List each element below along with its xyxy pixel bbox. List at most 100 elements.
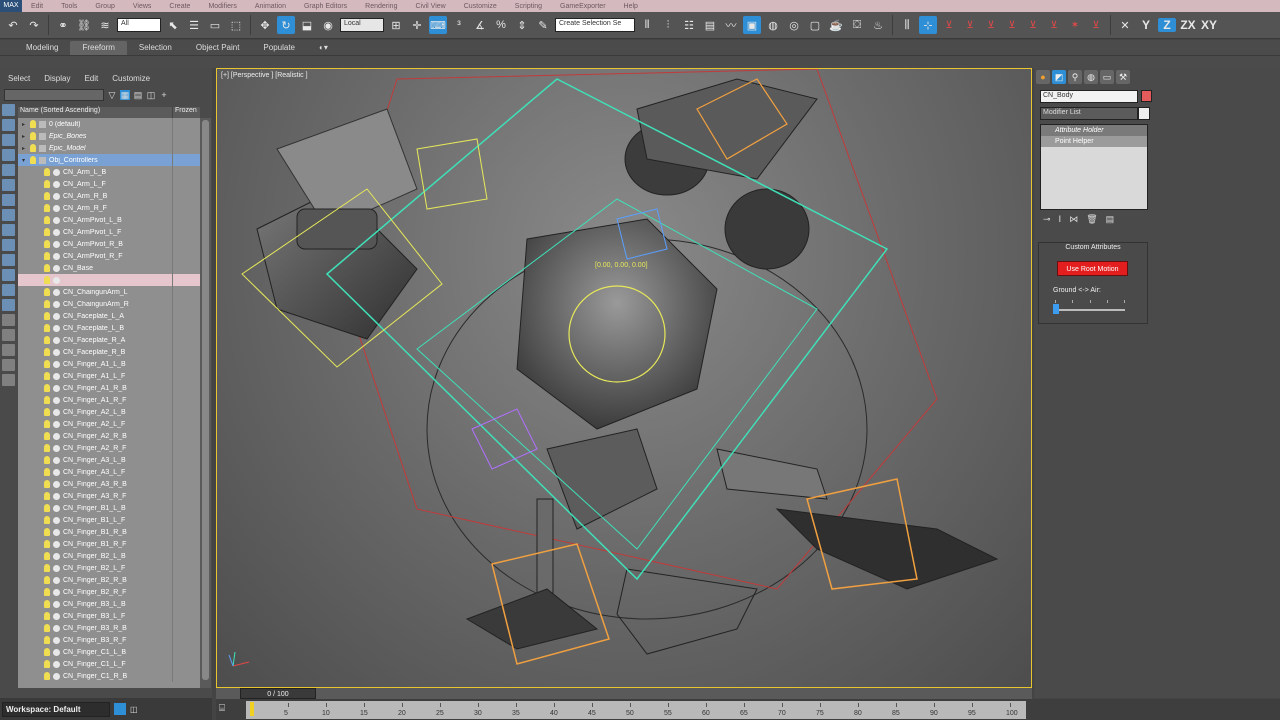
constraint-y-icon[interactable]: ⊻ [961,16,979,34]
frozen-cell[interactable] [172,442,200,454]
teapot-icon[interactable]: ♨ [869,16,887,34]
visibility-bulb-icon[interactable] [44,240,50,248]
visibility-bulb-icon[interactable] [44,372,50,380]
tree-layer-row[interactable]: ▸ 0 (default) [18,118,200,130]
tree-node-row[interactable] [18,274,200,286]
frozen-cell[interactable] [172,178,200,190]
frozen-cell[interactable] [172,142,200,154]
explorer-filter-icon[interactable] [2,254,15,266]
frozen-cell[interactable] [172,202,200,214]
tree-node-row[interactable]: CN_Finger_A2_L_B [18,406,200,418]
ribbon-toggle-icon[interactable]: ▤ [701,16,719,34]
use-root-motion-button[interactable]: Use Root Motion [1057,261,1128,276]
frozen-cell[interactable] [172,166,200,178]
constraint-yz-icon[interactable]: ⊻ [1024,16,1042,34]
frozen-cell[interactable] [172,274,200,286]
frozen-cell[interactable] [172,658,200,670]
curve-editor-icon[interactable]: 〰 [722,16,740,34]
tree-layer-row[interactable]: ▸ Epic_Bones [18,130,200,142]
visibility-bulb-icon[interactable] [30,120,36,128]
bind-spacewarp-icon[interactable]: ≋ [96,16,114,34]
layer-manager-icon[interactable]: ☷ [680,16,698,34]
explorer-filter-icon[interactable] [2,224,15,236]
ribbon-tab-populate[interactable]: Populate [251,41,307,55]
spinner-snap-icon[interactable]: ⇕ [513,16,531,34]
modifier-list-button[interactable] [1138,107,1150,120]
tree-layer-row[interactable]: ▾ Obj_Controllers [18,154,200,166]
frozen-cell[interactable] [172,358,200,370]
explorer-filter-icon[interactable] [2,209,15,221]
visibility-bulb-icon[interactable] [44,516,50,524]
visibility-bulb-icon[interactable] [44,288,50,296]
object-name-field[interactable]: CN_Body [1040,90,1138,103]
schematic-view-icon[interactable]: ▣ [743,16,761,34]
tree-node-row[interactable]: CN_ArmPivot_R_B [18,238,200,250]
ground-air-slider-knob[interactable] [1053,304,1059,314]
frozen-cell[interactable] [172,370,200,382]
visibility-bulb-icon[interactable] [44,444,50,452]
tree-node-row[interactable]: CN_Finger_B2_R_F [18,586,200,598]
frozen-cell[interactable] [172,322,200,334]
show-end-result-icon[interactable]: Ⅰ [1059,214,1062,225]
filter-icon[interactable]: ▽ [107,90,117,100]
axis-y-button[interactable]: Y [1137,18,1155,32]
snap-axis-icon[interactable]: ⊻ [1087,16,1105,34]
motion-tab-icon[interactable]: ◍ [1084,70,1098,84]
visibility-bulb-icon[interactable] [44,264,50,272]
frozen-cell[interactable] [172,190,200,202]
visibility-bulb-icon[interactable] [44,492,50,500]
explorer-filter-icon[interactable] [2,314,15,326]
tree-node-row[interactable]: CN_Finger_A3_R_B [18,478,200,490]
frozen-cell[interactable] [172,262,200,274]
explorer-layer-icon[interactable]: ◫ [130,705,138,714]
visibility-bulb-icon[interactable] [44,408,50,416]
ribbon-tab-object-paint[interactable]: Object Paint [184,41,252,55]
tree-node-row[interactable]: CN_ChaingunArm_R [18,298,200,310]
tree-node-row[interactable]: CN_ArmPivot_L_F [18,226,200,238]
axis-xy-button[interactable]: XY [1200,18,1218,32]
tree-node-row[interactable]: CN_Finger_A1_R_B [18,382,200,394]
visibility-bulb-icon[interactable] [44,612,50,620]
frozen-cell[interactable] [172,646,200,658]
explorer-filter-icon[interactable] [2,194,15,206]
modify-tab-icon[interactable]: ◩ [1052,70,1066,84]
visibility-bulb-icon[interactable] [44,276,50,284]
visibility-bulb-icon[interactable] [30,144,36,152]
explorer-filter-icon[interactable] [2,359,15,371]
menu-item-group[interactable]: Group [86,3,123,10]
stack-item-attribute-holder[interactable]: Attribute Holder [1041,125,1147,136]
visibility-bulb-icon[interactable] [44,468,50,476]
tree-node-row[interactable]: CN_Finger_B3_L_F [18,610,200,622]
tree-node-row[interactable]: CN_Faceplate_L_A [18,310,200,322]
visibility-bulb-icon[interactable] [44,348,50,356]
frozen-cell[interactable] [172,490,200,502]
visibility-bulb-icon[interactable] [44,168,50,176]
visibility-bulb-icon[interactable] [44,504,50,512]
menu-item-rendering[interactable]: Rendering [356,3,406,10]
named-selection-field[interactable]: Create Selection Se [555,18,635,32]
shoulder-controller-yellow[interactable] [416,138,488,210]
tree-node-row[interactable]: CN_Finger_A2_R_F [18,442,200,454]
ground-air-slider[interactable] [1055,309,1125,311]
menu-item-help[interactable]: Help [615,3,647,10]
frozen-cell[interactable] [172,298,200,310]
visibility-bulb-icon[interactable] [44,600,50,608]
ribbon-options-icon[interactable]: ◐▾ [307,41,340,55]
ribbon-tab-modeling[interactable]: Modeling [14,41,70,55]
configure-sets-icon[interactable]: ▤ [1106,214,1115,225]
material-editor-icon[interactable]: ◍ [764,16,782,34]
expand-toggle-icon[interactable]: ▸ [22,133,30,140]
visibility-bulb-icon[interactable] [30,156,36,164]
angle-snap-icon[interactable]: ∡ [471,16,489,34]
tree-node-row[interactable]: CN_Finger_B2_L_F [18,562,200,574]
align-icon[interactable]: ⫶ [659,16,677,34]
pin-stack-icon[interactable]: ⊸ [1043,214,1051,225]
menu-item-modifiers[interactable]: Modifiers [199,3,245,10]
key-filter-icon[interactable]: ⌸ [219,703,237,717]
expand-toggle-icon[interactable]: ▾ [22,157,30,164]
explorer-filter-icon[interactable] [2,284,15,296]
select-object-icon[interactable]: ⬉ [164,16,182,34]
tree-node-row[interactable]: CN_Finger_A1_R_F [18,394,200,406]
tree-node-row[interactable]: CN_Arm_L_B [18,166,200,178]
explorer-filter-icon[interactable] [2,119,15,131]
